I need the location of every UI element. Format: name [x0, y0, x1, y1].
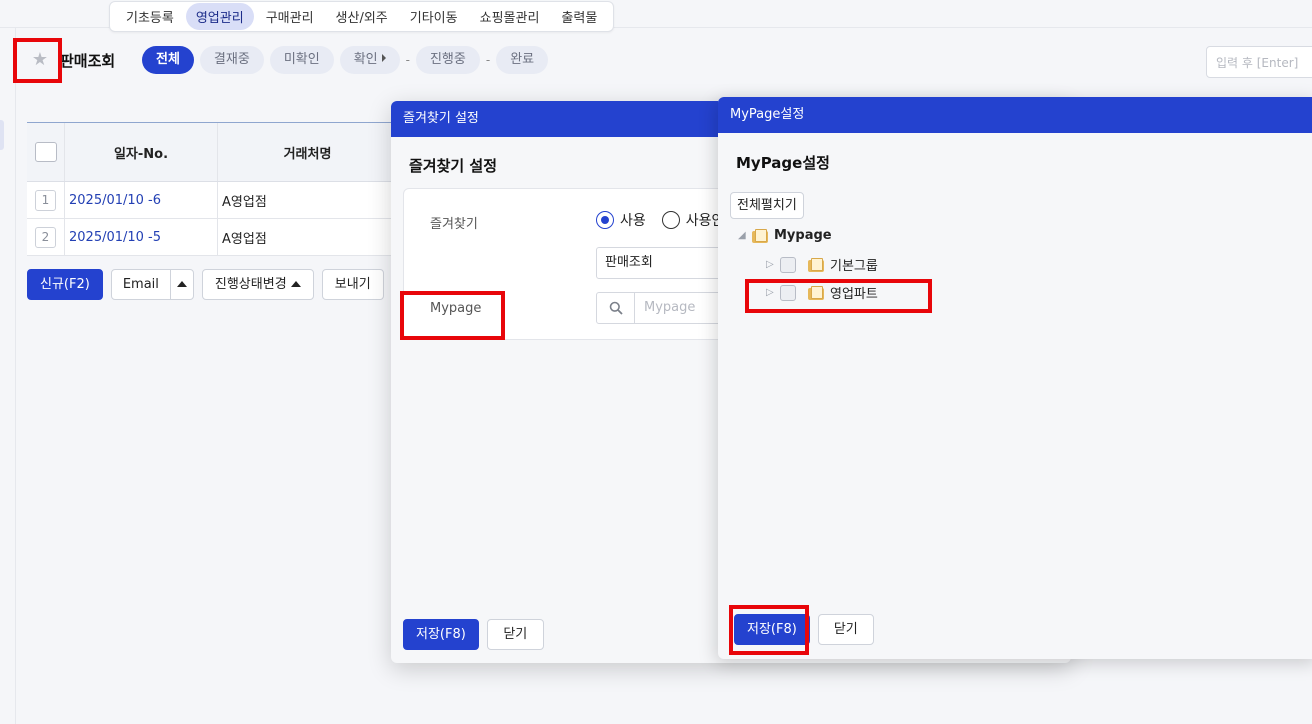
email-dropdown-button[interactable] — [171, 270, 193, 299]
use-radio-label: 사용 — [620, 213, 646, 229]
folder-icon — [752, 228, 768, 243]
star-icon[interactable]: ★ — [29, 49, 51, 71]
favorites-save-button[interactable]: 저장(F8) — [403, 619, 479, 650]
folder-icon — [808, 257, 824, 272]
favorite-label: 즐겨찾기 — [430, 217, 478, 232]
tab-in-progress[interactable]: 진행중 — [415, 46, 480, 74]
mypage-label: Mypage — [430, 301, 482, 316]
tab-confirmed-label: 확인 — [353, 52, 378, 67]
search-input[interactable]: 입력 후 [Enter] — [1206, 46, 1312, 78]
favorites-close-button[interactable]: 닫기 — [486, 619, 544, 650]
page-title: 판매조회 — [60, 52, 116, 70]
tab-all[interactable]: 전체 — [142, 46, 194, 74]
change-status-label: 진행상태변경 — [214, 277, 287, 292]
tree-root[interactable]: ◢ Mypage — [738, 228, 832, 243]
customer-cell: A영업점 — [222, 194, 267, 210]
search-icon[interactable] — [597, 293, 635, 323]
expand-all-button[interactable]: 전체펼치기 — [730, 192, 804, 219]
menu-item-purchase-management[interactable]: 구매관리 — [256, 3, 324, 30]
tree-collapse-icon[interactable]: ◢ — [738, 230, 752, 241]
select-all-checkbox[interactable] — [34, 142, 57, 162]
mypage-dialog-footer: 저장(F8) 닫기 — [734, 614, 874, 645]
table-row[interactable]: 2 2025/01/10 -5 A영업점 — [27, 219, 397, 256]
new-button[interactable]: 신규(F2) — [27, 269, 103, 300]
column-header-date-no[interactable]: 일자-No. — [65, 123, 218, 181]
row-number-cell: 2 — [27, 219, 65, 255]
change-status-button[interactable]: 진행상태변경 — [201, 269, 314, 300]
email-button-group: Email — [110, 269, 194, 300]
row-number[interactable]: 1 — [35, 189, 56, 211]
notuse-radio[interactable] — [661, 211, 680, 229]
menu-item-sales-management[interactable]: 영업관리 — [185, 3, 254, 30]
tree-item-label: 영업파트 — [830, 287, 878, 302]
tab-done[interactable]: 완료 — [496, 46, 549, 74]
use-radio[interactable] — [596, 211, 614, 229]
status-tabs: 전체 결재중 미확인 확인 - 진행중 - 완료 — [142, 46, 549, 74]
tree-expand-icon[interactable]: ▷ — [766, 287, 780, 298]
menu-item-production-outsourcing[interactable]: 생산/외주 — [326, 3, 398, 30]
menu-item-basic-registration[interactable]: 기초등록 — [116, 3, 184, 30]
tree-root-label: Mypage — [774, 228, 832, 243]
mypage-dialog: MyPage설정 MyPage설정 전체펼치기 ◢ Mypage ▷ 기본그룹 … — [718, 97, 1312, 659]
date-no-link[interactable]: 2025/01/10 -6 — [69, 193, 161, 208]
caret-up-icon — [176, 281, 187, 287]
table-header: 일자-No. 거래처명 — [27, 123, 397, 182]
mypage-search-placeholder: Mypage — [644, 300, 696, 315]
menu-item-other-transfer[interactable]: 기타이동 — [400, 3, 468, 30]
menu-item-printouts[interactable]: 출력물 — [551, 3, 607, 30]
tab-confirmed[interactable]: 확인 — [339, 46, 400, 74]
tree-item-checkbox[interactable] — [780, 284, 796, 301]
date-no-cell: 2025/01/10 -5 — [65, 219, 218, 255]
tab-in-approval[interactable]: 결재중 — [199, 46, 264, 74]
tree-item-label: 기본그룹 — [830, 259, 878, 274]
tab-separator: - — [485, 53, 491, 67]
favorites-dialog-subtitle: 즐겨찾기 설정 — [409, 157, 498, 175]
email-button[interactable]: Email — [112, 270, 171, 299]
mypage-save-button[interactable]: 저장(F8) — [734, 614, 810, 645]
column-header-customer[interactable]: 거래처명 — [218, 123, 397, 181]
tree-item-checkbox[interactable] — [780, 256, 796, 273]
table-row[interactable]: 1 2025/01/10 -6 A영업점 — [27, 182, 397, 219]
customer-cell: A영업점 — [222, 231, 267, 247]
caret-up-icon — [290, 281, 301, 287]
tree-item-basic-group[interactable]: ▷ 기본그룹 — [766, 255, 878, 274]
folder-icon — [808, 285, 824, 300]
caret-right-icon — [381, 54, 386, 62]
mypage-dialog-header[interactable]: MyPage설정 — [718, 97, 1312, 133]
sales-table: 일자-No. 거래처명 1 2025/01/10 -6 A영업점 2 2025/… — [27, 122, 397, 256]
favorites-dialog-footer: 저장(F8) 닫기 — [403, 619, 544, 650]
mypage-close-button[interactable]: 닫기 — [817, 614, 874, 645]
mypage-dialog-subtitle: MyPage설정 — [736, 154, 830, 172]
tab-separator: - — [405, 53, 410, 67]
action-bar: 신규(F2) Email 진행상태변경 보내기 — [27, 269, 384, 300]
row-number-cell: 1 — [27, 182, 65, 218]
top-menu: 기초등록 영업관리 구매관리 생산/외주 기타이동 쇼핑몰관리 출력물 — [109, 1, 615, 32]
row-number[interactable]: 2 — [35, 226, 56, 248]
tab-unconfirmed[interactable]: 미확인 — [269, 46, 334, 74]
tree-expand-icon[interactable]: ▷ — [766, 259, 780, 270]
date-no-link[interactable]: 2025/01/10 -5 — [69, 230, 161, 245]
left-panel-handle[interactable] — [0, 120, 4, 150]
menu-item-shopping-mall[interactable]: 쇼핑몰관리 — [470, 3, 550, 30]
left-divider — [15, 28, 16, 724]
favorite-radio-group: 사용 사용안 — [596, 210, 724, 230]
date-no-cell: 2025/01/10 -6 — [65, 182, 218, 218]
tree-item-sales-part[interactable]: ▷ 영업파트 — [766, 283, 878, 302]
send-button[interactable]: 보내기 — [321, 269, 384, 300]
select-all-cell — [27, 123, 65, 181]
